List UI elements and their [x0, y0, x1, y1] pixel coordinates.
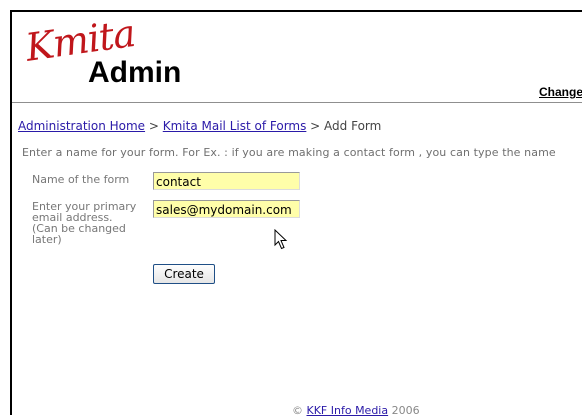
- breadcrumb-current: Add Form: [324, 119, 382, 133]
- form-name-input[interactable]: contact: [153, 172, 300, 190]
- breadcrumb-separator: >: [145, 119, 163, 133]
- copyright-year: 2006: [388, 404, 420, 417]
- logo-admin-text: Admin: [88, 56, 182, 89]
- breadcrumb-admin-home-link[interactable]: Administration Home: [18, 119, 145, 133]
- form-instruction: Enter a name for your form. For Ex. : if…: [22, 146, 556, 159]
- email-label: Enter your primary email address. (Can b…: [32, 201, 136, 245]
- email-label-line: later): [32, 233, 62, 246]
- breadcrumb-separator: >: [306, 119, 325, 133]
- email-input[interactable]: sales@mydomain.com: [153, 200, 300, 218]
- footer: © KKF Info Media 2006: [292, 404, 420, 417]
- header: Kmita Admin Change: [12, 11, 582, 103]
- admin-frame: Kmita Admin Change Administration Home >…: [10, 10, 582, 417]
- footer-company-link[interactable]: KKF Info Media: [307, 404, 389, 417]
- change-link[interactable]: Change: [539, 85, 582, 99]
- breadcrumb-form-list-link[interactable]: Kmita Mail List of Forms: [163, 119, 307, 133]
- mouse-pointer-icon: [274, 229, 288, 250]
- create-button[interactable]: Create: [153, 264, 215, 284]
- copyright-prefix: ©: [292, 404, 307, 417]
- form-name-label: Name of the form: [32, 173, 130, 186]
- breadcrumb: Administration Home > Kmita Mail List of…: [18, 119, 381, 133]
